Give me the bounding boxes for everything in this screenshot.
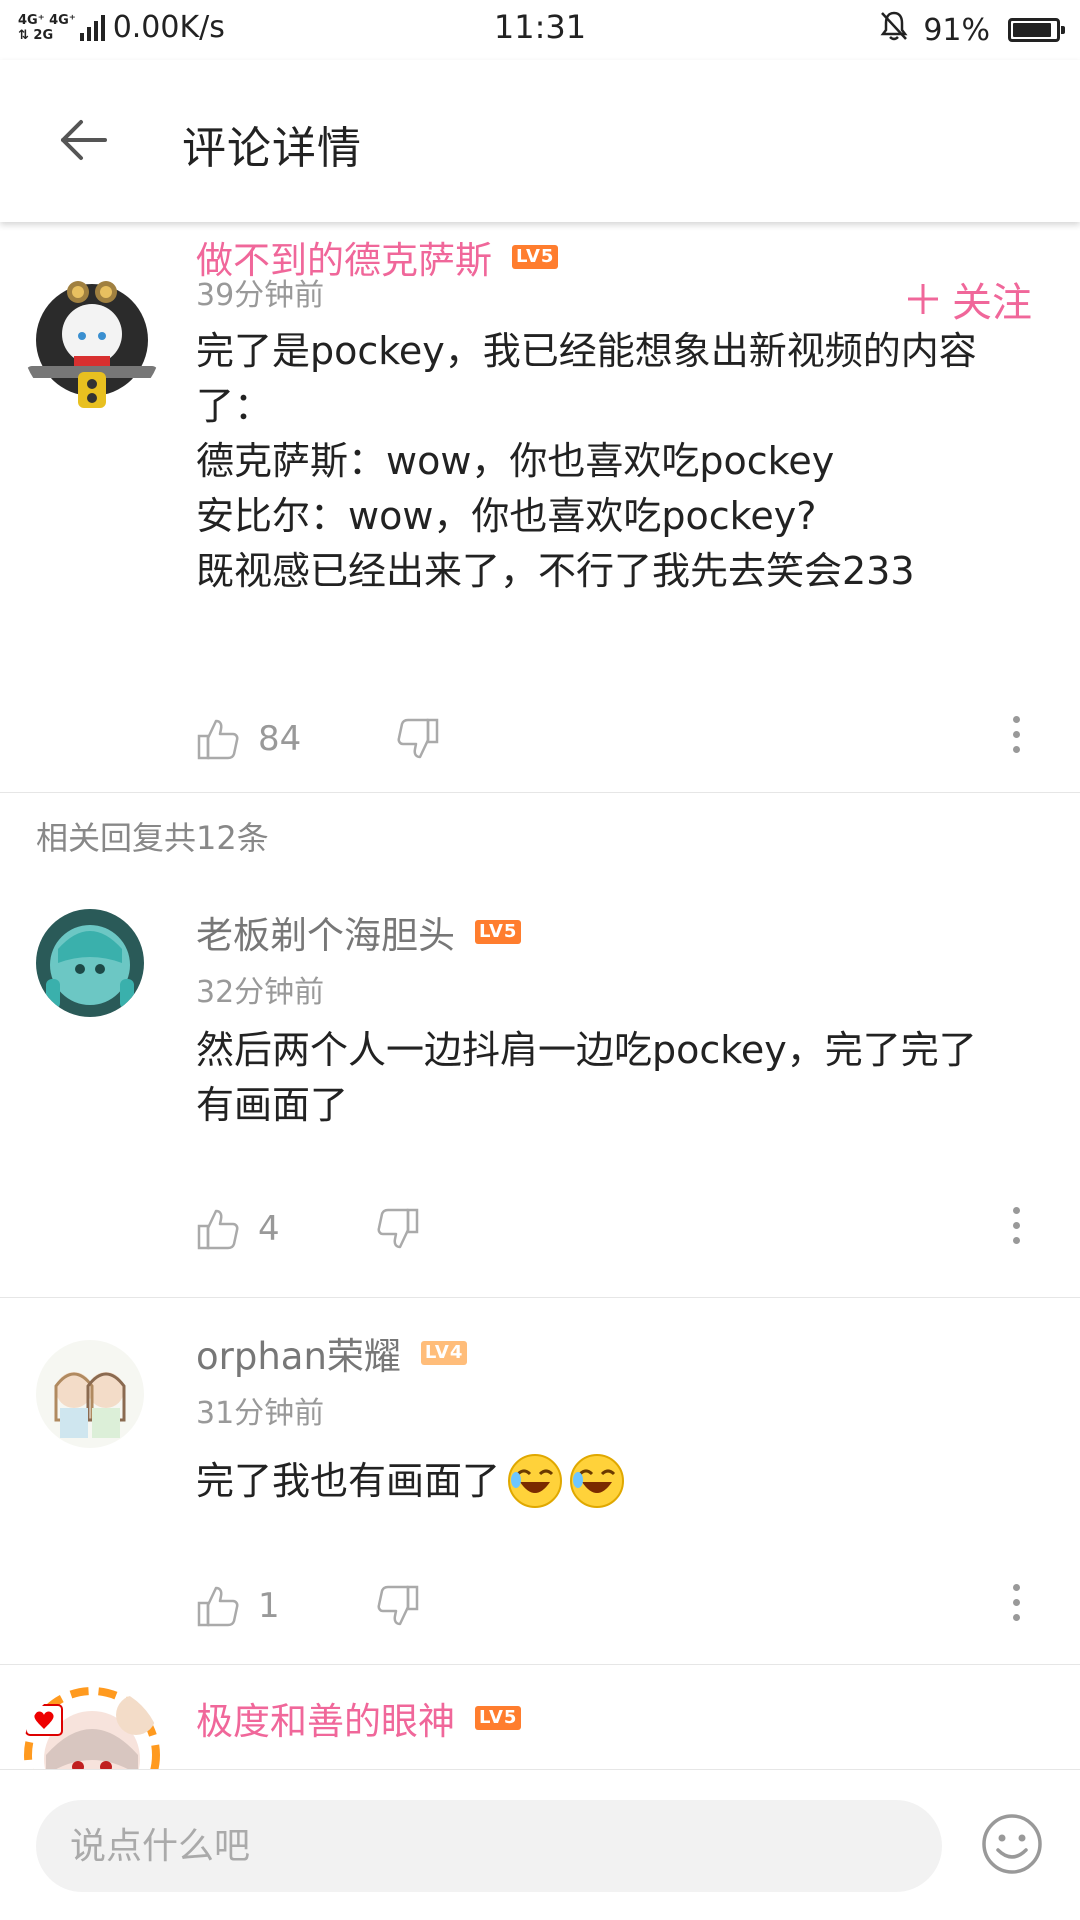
comment-text-line: 既视感已经出来了，不行了我先去笑会233 [196,549,915,593]
like-button[interactable]: 1 [196,1584,280,1628]
follow-button[interactable]: 关注 [906,270,1032,328]
smiley-icon [982,1814,1042,1874]
level-badge: LV5 [475,1706,522,1730]
laughing-emoji-icon [506,1452,564,1510]
dislike-button[interactable] [376,1584,420,1628]
comment-input-bar [0,1769,1080,1920]
more-options-button[interactable] [1010,1207,1022,1244]
follow-label: 关注 [952,280,1032,326]
arrow-left-icon [61,120,107,160]
comment-input[interactable] [36,1800,942,1892]
back-button[interactable] [48,104,120,176]
like-count: 84 [258,719,302,759]
comment-text-line: 了： [196,384,273,428]
comment-text-line: 完了是pockey，我已经能想象出新视频的内容 [196,329,977,373]
level-badge: LV4 [420,1341,468,1365]
username-text[interactable]: orphan荣耀 [196,1326,401,1380]
thumbs-up-icon [197,1209,239,1250]
level-badge: LV5 [475,920,522,944]
more-options-button[interactable] [1010,1584,1022,1621]
main-comment: 做不到的德克萨斯 LV5 关注 39分钟前 完了是pockey，我已经能想象出新… [0,222,1080,793]
comment-text-line: 有画面了 [196,1083,349,1127]
battery-percent: 91% [923,12,990,48]
reply-comment: orphan荣耀 LV4 31分钟前 完了我也有画面了 1 [0,1298,1080,1665]
status-bar-right: 91% [879,10,1065,50]
level-badge: LV5 [512,245,559,269]
plus-icon [908,284,938,314]
comment-text-line: 德克萨斯：wow，你也喜欢吃pockey [196,439,835,483]
emoji-button[interactable] [980,1812,1044,1876]
status-bar: 4G⁺ 4G⁺ ⇅ 2G 0.00K/s 11:31 91% [0,0,1080,60]
like-count: 4 [258,1209,280,1249]
dislike-button[interactable] [376,1207,420,1251]
more-options-button[interactable] [1010,716,1022,753]
avatar[interactable] [22,270,162,410]
replies-count-label: 相关回复共12条 [36,819,269,857]
comment-username[interactable]: 极度和善的眼神 LV5 [196,1685,522,1751]
comment-text-line: 然后两个人一边抖肩一边吃pockey，完了完了 [196,1028,977,1072]
comment-username[interactable]: 老板剃个海胆头 LV5 [196,899,522,965]
like-count: 1 [258,1586,280,1626]
comment-username[interactable]: orphan荣耀 LV4 [196,1320,468,1386]
comment-detail-content: 做不到的德克萨斯 LV5 关注 39分钟前 完了是pockey，我已经能想象出新… [0,222,1080,1823]
thumbs-down-icon [377,1208,419,1249]
comment-text-line: 安比尔：wow，你也喜欢吃pockey? [196,494,817,538]
battery-icon [1008,18,1065,42]
comment-text: 完了是pockey，我已经能想象出新视频的内容 了： 德克萨斯：wow，你也喜欢… [196,324,1046,599]
laughing-emoji-icon [568,1452,626,1510]
comment-text: 完了我也有画面了 [196,1452,1046,1510]
comment-time: 31分钟前 [196,1396,325,1431]
comment-time: 39分钟前 [196,278,325,313]
comment-text-line: 完了我也有画面了 [196,1458,501,1503]
page-title: 评论详情 [182,123,362,174]
username-text[interactable]: 老板剃个海胆头 [196,905,455,959]
username-text[interactable]: 极度和善的眼神 [196,1691,455,1745]
dislike-button[interactable] [396,717,440,761]
like-button[interactable]: 84 [196,717,301,761]
thumbs-up-icon [197,1586,239,1627]
thumbs-down-icon [377,1585,419,1626]
comment-text: 然后两个人一边抖肩一边吃pockey，完了完了 有画面了 [196,1023,1046,1133]
thumbs-up-icon [197,719,239,760]
battery-fill [1013,23,1051,37]
bell-muted-icon [879,10,909,50]
thumbs-down-icon [397,718,439,759]
top-app-bar: 评论详情 [0,60,1080,222]
avatar[interactable] [36,909,144,1017]
comment-time: 32分钟前 [196,975,325,1010]
avatar[interactable] [36,1340,144,1448]
replies-header: 相关回复共12条 [0,793,1080,877]
reply-comment: 老板剃个海胆头 LV5 32分钟前 然后两个人一边抖肩一边吃pockey，完了完… [0,877,1080,1298]
like-button[interactable]: 4 [196,1207,280,1251]
